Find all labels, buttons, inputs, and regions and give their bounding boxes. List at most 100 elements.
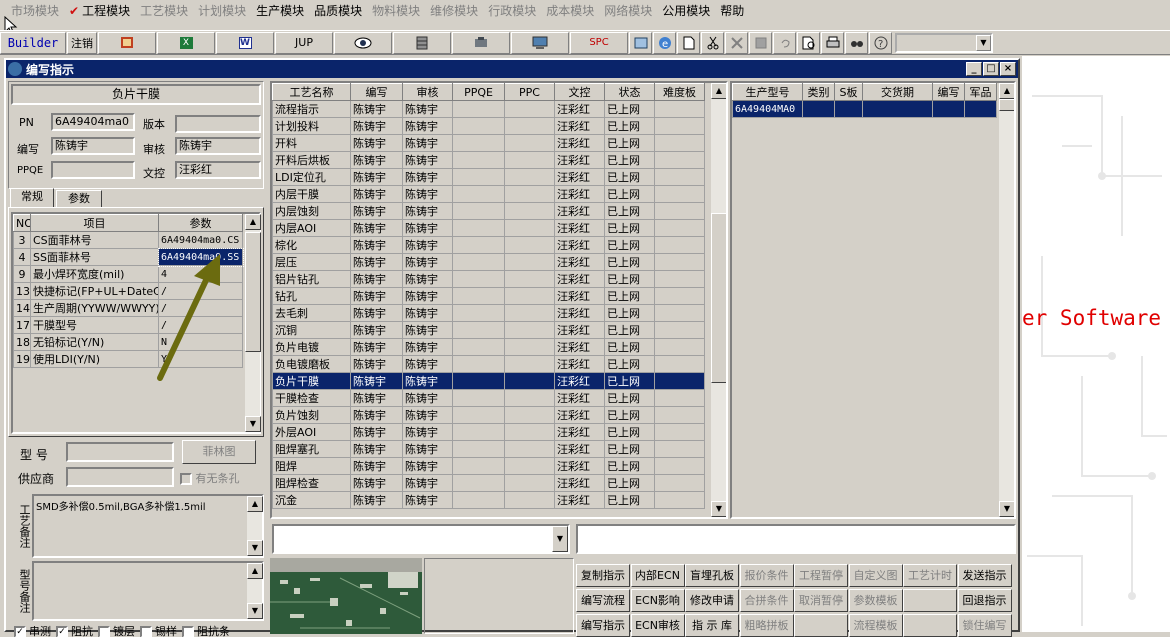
process-row[interactable]: 钻孔 陈铸宇 陈铸宇 汪彩红 已上网 xyxy=(272,287,705,305)
process-cell[interactable] xyxy=(504,253,555,271)
process-cell[interactable] xyxy=(452,134,505,152)
model-cell[interactable] xyxy=(802,100,835,118)
reviewer-field[interactable]: 陈铸宇 xyxy=(175,137,261,155)
excel-icon[interactable]: X xyxy=(157,31,215,54)
process-cell[interactable]: 陈铸宇 xyxy=(350,457,403,475)
process-cell[interactable] xyxy=(452,253,505,271)
process-cell[interactable] xyxy=(452,202,505,220)
action-button[interactable]: 工艺计时 xyxy=(903,564,957,587)
pn-field[interactable]: 6A49404ma0 xyxy=(51,113,135,131)
process-row[interactable]: 开料 陈铸宇 陈铸宇 汪彩红 已上网 xyxy=(272,134,705,152)
model-header-cell[interactable]: 军品 xyxy=(964,83,997,101)
logout-button[interactable]: 注销 xyxy=(67,31,97,54)
model-header-cell[interactable]: 生产型号 xyxy=(732,83,803,101)
process-row[interactable]: 负片蚀刻 陈铸宇 陈铸宇 汪彩红 已上网 xyxy=(272,406,705,424)
param-scrollbar[interactable]: ▲ ▼ xyxy=(244,214,261,432)
process-note-scrollbar[interactable]: ▲ ▼ xyxy=(246,496,263,556)
scroll-down-icon[interactable]: ▼ xyxy=(999,501,1014,517)
process-row[interactable]: 沉金 陈铸宇 陈铸宇 汪彩红 已上网 xyxy=(272,491,705,509)
bottom-check-0[interactable]: ✓ 串测 xyxy=(14,625,51,637)
menu-item-5[interactable]: 品质模块 xyxy=(309,0,367,23)
builder-button[interactable]: Builder xyxy=(0,31,66,54)
model-cell[interactable] xyxy=(834,100,863,118)
process-cell[interactable]: 已上网 xyxy=(604,236,655,254)
process-cell[interactable] xyxy=(654,423,705,441)
process-cell[interactable]: 陈铸宇 xyxy=(350,338,403,356)
process-cell[interactable]: 已上网 xyxy=(604,134,655,152)
process-row[interactable]: 去毛刺 陈铸宇 陈铸宇 汪彩红 已上网 xyxy=(272,304,705,322)
process-cell[interactable]: 陈铸宇 xyxy=(350,270,403,288)
process-cell[interactable] xyxy=(654,355,705,373)
process-cell[interactable]: 陈铸宇 xyxy=(402,253,453,271)
scroll-down-icon[interactable]: ▼ xyxy=(711,501,726,517)
process-cell[interactable] xyxy=(504,185,555,203)
process-row[interactable]: 沉铜 陈铸宇 陈铸宇 汪彩红 已上网 xyxy=(272,321,705,339)
model-header-cell[interactable]: 编写 xyxy=(932,83,965,101)
process-cell[interactable] xyxy=(654,406,705,424)
process-cell[interactable]: 陈铸宇 xyxy=(350,440,403,458)
process-cell[interactable]: 陈铸宇 xyxy=(402,100,453,118)
process-cell[interactable]: 已上网 xyxy=(604,117,655,135)
process-cell[interactable]: 负片干膜 xyxy=(272,372,351,390)
print-preview-icon[interactable] xyxy=(797,31,820,54)
process-cell[interactable] xyxy=(654,253,705,271)
undo-icon[interactable] xyxy=(773,31,796,54)
process-cell[interactable]: 陈铸宇 xyxy=(350,151,403,169)
process-cell[interactable]: 陈铸宇 xyxy=(350,355,403,373)
process-cell[interactable] xyxy=(504,100,555,118)
process-cell[interactable] xyxy=(654,389,705,407)
process-cell[interactable] xyxy=(452,321,505,339)
action-button[interactable]: ECN影响 xyxy=(630,589,685,612)
process-cell[interactable]: 陈铸宇 xyxy=(350,219,403,237)
process-cell[interactable]: 汪彩红 xyxy=(554,134,605,152)
process-cell[interactable]: 陈铸宇 xyxy=(402,372,453,390)
bottom-check-4[interactable]: 阻抗条 xyxy=(182,625,230,637)
process-cell[interactable]: 汪彩红 xyxy=(554,304,605,322)
process-cell[interactable]: 已上网 xyxy=(604,338,655,356)
close-button[interactable]: × xyxy=(1000,62,1016,76)
process-cell[interactable] xyxy=(452,304,505,322)
param-header-value[interactable]: 参数 xyxy=(158,214,243,232)
action-button[interactable]: 报价条件 xyxy=(739,564,794,587)
process-cell[interactable] xyxy=(504,440,555,458)
process-cell[interactable]: 陈铸宇 xyxy=(350,474,403,492)
process-cell[interactable] xyxy=(654,457,705,475)
process-header-cell[interactable]: PPC xyxy=(504,83,555,101)
process-cell[interactable]: 陈铸宇 xyxy=(402,457,453,475)
process-cell[interactable]: 内层AOI xyxy=(272,219,351,237)
process-cell[interactable]: 已上网 xyxy=(604,185,655,203)
process-cell[interactable]: 陈铸宇 xyxy=(402,304,453,322)
toolbar-combo[interactable]: ▼ xyxy=(895,32,993,53)
param-cell-item[interactable]: 生产周期(YYWW/WWYY) xyxy=(30,299,159,317)
action-button[interactable]: 自定义图 xyxy=(848,564,903,587)
process-cell[interactable] xyxy=(504,304,555,322)
process-cell[interactable]: 陈铸宇 xyxy=(402,151,453,169)
process-cell[interactable]: 陈铸宇 xyxy=(350,287,403,305)
process-header-cell[interactable]: 编写 xyxy=(350,83,403,101)
process-cell[interactable]: 汪彩红 xyxy=(554,117,605,135)
model-header-cell[interactable]: S板 xyxy=(834,83,863,101)
process-cell[interactable]: 沉铜 xyxy=(272,321,351,339)
process-cell[interactable]: 汪彩红 xyxy=(554,389,605,407)
process-cell[interactable]: 陈铸宇 xyxy=(350,100,403,118)
process-cell[interactable]: 内层干膜 xyxy=(272,185,351,203)
process-cell[interactable]: 陈铸宇 xyxy=(402,389,453,407)
param-cell-item[interactable]: 干膜型号 xyxy=(30,316,159,334)
process-cell[interactable]: 阻焊检查 xyxy=(272,474,351,492)
process-combo[interactable]: ▼ xyxy=(272,524,570,554)
model-cell[interactable]: 6A49404MA0 xyxy=(732,100,803,118)
process-cell[interactable]: 已上网 xyxy=(604,389,655,407)
process-cell[interactable]: 汪彩红 xyxy=(554,270,605,288)
process-cell[interactable]: 已上网 xyxy=(604,440,655,458)
process-cell[interactable] xyxy=(654,236,705,254)
process-cell[interactable] xyxy=(452,219,505,237)
process-cell[interactable] xyxy=(654,372,705,390)
process-row[interactable]: 内层干膜 陈铸宇 陈铸宇 汪彩红 已上网 xyxy=(272,185,705,203)
process-row[interactable]: 流程指示 陈铸宇 陈铸宇 汪彩红 已上网 xyxy=(272,100,705,118)
action-button[interactable]: 回退指示 xyxy=(957,589,1012,612)
process-note-field[interactable]: SMD多补偿0.5mil,BGA多补偿1.5mil ▲ ▼ xyxy=(32,494,264,558)
scroll-thumb[interactable] xyxy=(711,213,726,383)
process-row[interactable]: 层压 陈铸宇 陈铸宇 汪彩红 已上网 xyxy=(272,253,705,271)
scroll-up-icon[interactable]: ▲ xyxy=(247,496,263,512)
process-row[interactable]: 干膜检查 陈铸宇 陈铸宇 汪彩红 已上网 xyxy=(272,389,705,407)
